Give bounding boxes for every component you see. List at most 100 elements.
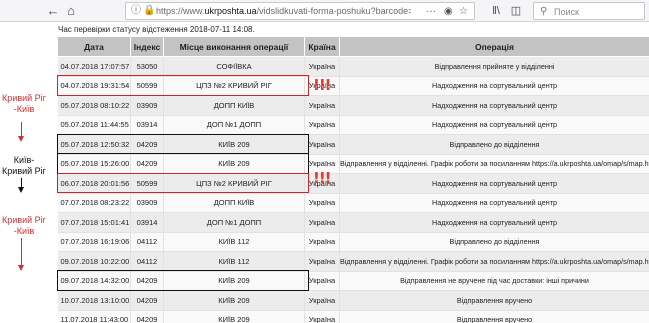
route-arrow-icon [18, 187, 24, 193]
header-date: Дата [57, 36, 131, 57]
table-row: 10.07.2018 13:10:00 04209 КИЇВ 209 Україна В… [57, 290, 649, 311]
cell-operation: Відправлено до відділення [339, 232, 649, 252]
more-icon[interactable]: ··· [426, 5, 436, 18]
cell-country: Україна [304, 56, 340, 77]
cell-operation: Надходження на сортувальний центр [339, 95, 649, 116]
cell-date: 04.07.2018 17:07:57 [57, 56, 131, 77]
cell-place: ДОПП КИЇВ [163, 193, 305, 213]
row-highlight-box [57, 75, 309, 96]
cell-country: Україна [304, 290, 340, 311]
cell-date: 11.07.2018 11:43:00 [57, 310, 131, 323]
bookmark-star-icon[interactable]: ☆ [459, 5, 468, 18]
route-arrow-icon [18, 136, 24, 142]
cell-country: Україна [304, 193, 340, 213]
table-row: 07.07.2018 16:19:06 04112 КИЇВ 112 Україна В… [57, 232, 649, 252]
library-icon[interactable]: ‖\ [487, 3, 505, 19]
browser-toolbar: ← ⌂ ⓘ 🔒 https://www.ukrposhta.ua/vidslid… [0, 0, 649, 22]
cell-index: 04112 [130, 232, 164, 252]
cell-operation: Надходження на сортувальний центр [339, 212, 649, 233]
row-highlight-box [57, 153, 309, 174]
cell-date: 07.07.2018 08:23:22 [57, 193, 131, 213]
header-place: Місце виконання операції [163, 36, 305, 57]
cell-operation: Надходження на сортувальний центр [339, 173, 649, 194]
info-icon[interactable]: ⓘ [131, 4, 141, 18]
header-index: Індекс [130, 36, 164, 57]
cell-place: ДОПП КИЇВ [163, 95, 305, 116]
cell-operation: Відправлення у відділенні. Графік роботи… [339, 154, 649, 174]
cell-country: Україна [304, 232, 340, 252]
row-highlight-box [57, 133, 309, 154]
route-arrow-icon [18, 265, 24, 271]
cell-operation: Надходження на сортувальний центр [339, 76, 649, 96]
cell-operation: Надходження на сортувальний центр [339, 115, 649, 135]
cell-country: Україна [304, 271, 340, 291]
cell-index: 03914 [130, 212, 164, 233]
back-arrow-icon[interactable]: ← [44, 3, 62, 19]
table-row: 05.07.2018 08:10:22 03909 ДОПП КИЇВ Україна… [57, 95, 649, 116]
route-label-text: Кривий Ріг -Київ [2, 215, 46, 236]
cell-operation: Відправлення прийняте у відділенні [339, 56, 649, 77]
url-text[interactable]: https://www.ukrposhta.ua/vidslidkuvati-f… [156, 5, 411, 18]
route-label-kyiv-krivyi-rih: Київ- Кривий Ріг [0, 155, 48, 177]
cell-country: Україна [304, 95, 340, 116]
route-line [21, 122, 22, 137]
status-check-time: Час перевірки статусу відстеження 2018-0… [58, 25, 255, 34]
cell-place: ДОП №1 ДОПП [163, 115, 305, 135]
route-line [21, 238, 22, 266]
exclamation-marks: !!! [313, 169, 332, 187]
header-country: Країна [304, 36, 340, 57]
row-highlight-box [57, 270, 309, 291]
cell-operation: Відправлено до відділення [339, 134, 649, 155]
cell-index: 04209 [130, 310, 164, 323]
row-highlight-box [57, 172, 309, 193]
cell-operation: Відправлення не вручене під час доставки… [339, 271, 649, 291]
cell-place: КИЇВ 209 [163, 290, 305, 311]
cell-index: 04112 [130, 251, 164, 272]
cell-index: 03909 [130, 193, 164, 213]
url-bar[interactable]: ⓘ 🔒 https://www.ukrposhta.ua/vidslidkuva… [125, 2, 475, 20]
sidebar-icon[interactable]: ◫ [507, 3, 525, 19]
cell-date: 10.07.2018 13:10:00 [57, 290, 131, 311]
cell-operation: Надходження на сортувальний центр [339, 193, 649, 213]
cell-country: Україна [304, 212, 340, 233]
table-row: 07.07.2018 15:01:41 03914 ДОП №1 ДОПП Украї… [57, 212, 649, 233]
cell-date: 05.07.2018 11:44:55 [57, 115, 131, 135]
home-icon[interactable]: ⌂ [62, 3, 80, 19]
cell-operation: Відправлення вручено [339, 290, 649, 311]
cell-country: Україна [304, 134, 340, 155]
cell-place: КИЇВ 112 [163, 232, 305, 252]
route-label-krivyi-rih-kyiv: Кривий Ріг -Київ [0, 93, 48, 115]
cell-operation: Відправлення у відділенні. Графік роботи… [339, 251, 649, 272]
lock-icon[interactable]: 🔒 [143, 4, 155, 18]
table-row: 04.07.2018 17:07:57 53050 СОФІЇВКА Україна В… [57, 56, 649, 77]
cell-place: СОФІЇВКА [163, 56, 305, 77]
cell-index: 03914 [130, 115, 164, 135]
cell-country: Україна [304, 115, 340, 135]
cell-country: Україна [304, 310, 340, 323]
cell-index: 53050 [130, 56, 164, 77]
search-box[interactable]: ⚲ Поиск [533, 2, 645, 20]
table-row: 05.07.2018 11:44:55 03914 ДОП №1 ДОПП Украї… [57, 115, 649, 135]
header-operation: Операція [339, 36, 649, 57]
exclamation-marks: !!! [313, 76, 332, 94]
cell-place: КИЇВ 112 [163, 251, 305, 272]
cell-index: 03909 [130, 95, 164, 116]
cell-index: 04209 [130, 290, 164, 311]
table-row: 07.07.2018 08:23:22 03909 ДОПП КИЇВ Україна… [57, 193, 649, 213]
table-row: 09.07.2018 10:22:00 04112 КИЇВ 112 Україна В… [57, 251, 649, 272]
table-row: 11.07.2018 11:43:00 04209 КИЇВ 209 Україна В… [57, 310, 649, 323]
route-label-krivyi-rih-kyiv-2: Кривий Ріг -Київ [0, 215, 48, 237]
cell-date: 05.07.2018 08:10:22 [57, 95, 131, 116]
cell-operation: Відправлення вручено [339, 310, 649, 323]
cell-date: 07.07.2018 16:19:06 [57, 232, 131, 252]
cell-date: 07.07.2018 15:01:41 [57, 212, 131, 233]
cell-place: КИЇВ 209 [163, 310, 305, 323]
route-label-text: Кривий Ріг -Київ [2, 93, 46, 114]
cell-date: 09.07.2018 10:22:00 [57, 251, 131, 272]
table-header-row: Дата Індекс Місце виконання операції Кра… [57, 36, 649, 57]
pocket-icon[interactable]: ◉ [444, 5, 453, 18]
search-placeholder: Поиск [554, 7, 579, 17]
cell-country: Україна [304, 251, 340, 272]
cell-place: ДОП №1 ДОПП [163, 212, 305, 233]
route-label-text: Київ- Кривий Ріг [2, 155, 46, 176]
